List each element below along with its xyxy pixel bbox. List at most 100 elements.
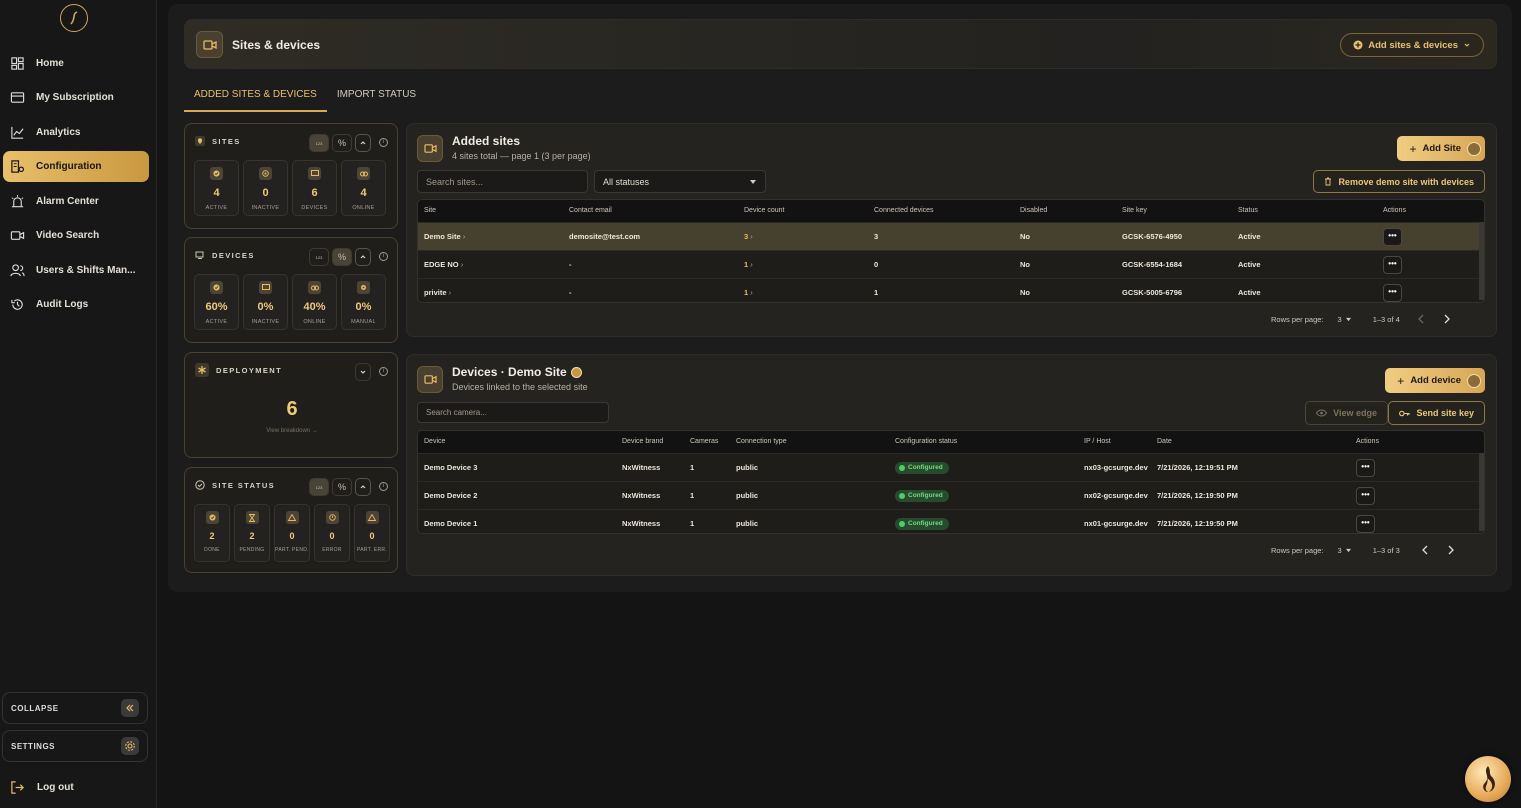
assistant-flame-button[interactable] [1465, 756, 1511, 802]
send-site-key-button[interactable]: Send site key [1388, 401, 1485, 425]
toggle-percent[interactable]: % [332, 248, 352, 266]
info-icon[interactable]: i [379, 367, 388, 376]
site-name[interactable]: EDGE NO › [424, 251, 463, 279]
sidebar-item-audit-logs[interactable]: Audit Logs [3, 289, 149, 320]
sidebar-item-home[interactable]: Home [3, 48, 149, 79]
disabled-value: No [1020, 232, 1030, 241]
stat-value: 0 [289, 531, 295, 541]
more-actions-button[interactable]: ••• [1383, 228, 1402, 246]
table-row[interactable]: Demo Device 3 NxWitness 1 public Configu… [418, 453, 1484, 481]
devices-pagination: Rows per page: 3 1–3 of 3 [1271, 545, 1455, 555]
sidebar-item-alarm-center[interactable]: Alarm Center [3, 186, 149, 217]
logout-button[interactable]: Log out [10, 780, 74, 795]
toggle-number[interactable]: 123 [309, 478, 329, 496]
more-actions-button[interactable]: ••• [1383, 256, 1402, 274]
gear-icon [121, 737, 139, 755]
table-row[interactable]: privite › - 1 › 1 No GCSK-5005-6796 Acti… [418, 278, 1484, 302]
info-icon[interactable]: i [379, 252, 388, 261]
sites-table-header: Site Contact email Device count Connecte… [418, 200, 1484, 222]
view-breakdown-link[interactable]: View breakdown → [185, 428, 399, 434]
connected-devices: 3 [874, 232, 879, 241]
logout-icon [11, 781, 24, 794]
table-row[interactable]: Demo Device 1 NxWitness 1 public Configu… [418, 509, 1484, 533]
add-site-button[interactable]: + Add Site [1397, 136, 1485, 161]
coin-icon [1467, 141, 1481, 156]
device-count-link[interactable]: 1 › [744, 251, 753, 279]
link-icon [308, 281, 321, 294]
add-device-button[interactable]: + Add device [1385, 368, 1485, 393]
info-icon[interactable]: i [379, 138, 388, 147]
col-actions: Actions [1383, 207, 1406, 214]
table-scrollbar[interactable] [1479, 222, 1484, 300]
view-edge-button[interactable]: View edge [1305, 401, 1388, 425]
logout-label: Log out [37, 782, 74, 793]
table-row[interactable]: Demo Site › demosite@test.com 3 › 3 No G… [418, 222, 1484, 250]
devices-tiles: 60% ACTIVE 0% INACTIVE 40% ONLINE 0% MANUAL [194, 274, 386, 330]
toggle-percent[interactable]: % [332, 134, 352, 152]
chevron-up-icon[interactable] [355, 134, 371, 152]
main-content: Sites & devices Add sites & devices ADDE… [168, 4, 1512, 592]
add-sites-label: Add sites & devices [1368, 39, 1458, 51]
rows-per-page-select[interactable]: 3 [1338, 546, 1342, 555]
sidebar-item-analytics[interactable]: Analytics [3, 117, 149, 148]
search-camera-input[interactable]: Search camera... [417, 402, 609, 423]
chevron-right-icon[interactable] [1443, 314, 1451, 324]
chevron-up-icon[interactable] [355, 248, 371, 266]
more-actions-button[interactable]: ••• [1356, 487, 1375, 505]
settings-button[interactable]: SETTINGS [2, 730, 148, 762]
app-logo[interactable] [60, 4, 88, 32]
add-site-label: Add Site [1422, 143, 1461, 154]
device-count-link[interactable]: 1 › [744, 279, 753, 302]
collapse-button[interactable]: COLLAPSE [2, 692, 148, 724]
stat-value: 4 [213, 187, 220, 199]
device-count-link[interactable]: 3 › [744, 223, 753, 251]
sites-card-header: SITES [195, 136, 241, 146]
device-brand: NxWitness [622, 519, 661, 528]
chevron-right-icon[interactable] [1447, 545, 1455, 555]
contact-email: demosite@test.com [569, 232, 641, 241]
tab-added-sites[interactable]: ADDED SITES & DEVICES [184, 88, 327, 112]
sidebar-nav: Home My Subscription Analytics Configura… [0, 44, 157, 324]
table-row[interactable]: Demo Device 2 NxWitness 1 public Configu… [418, 481, 1484, 509]
device-name: Demo Device 2 [424, 491, 478, 500]
add-sites-devices-button[interactable]: Add sites & devices [1340, 33, 1484, 57]
col-device-count: Device count [744, 207, 785, 214]
table-row[interactable]: EDGE NO › - 1 › 0 No GCSK-6554-1684 Acti… [418, 250, 1484, 278]
chevron-down-icon [1464, 43, 1470, 47]
toggle-number[interactable]: 123 [309, 134, 329, 152]
site-name[interactable]: privite › [424, 279, 451, 302]
status-filter-select[interactable]: All statuses [594, 170, 766, 193]
table-scrollbar[interactable] [1479, 453, 1484, 531]
add-device-label: Add device [1410, 375, 1461, 386]
more-actions-button[interactable]: ••• [1356, 515, 1375, 533]
chevron-down-icon[interactable] [355, 363, 371, 381]
toggle-percent[interactable]: % [332, 478, 352, 496]
check-dot-icon [899, 521, 905, 527]
history-icon [11, 299, 23, 310]
site-name[interactable]: Demo Site › [424, 223, 465, 251]
sidebar-item-video-search[interactable]: Video Search [3, 220, 149, 251]
search-sites-input[interactable]: Search sites... [417, 170, 588, 193]
check-icon [205, 511, 219, 524]
sidebar-item-label: Video Search [36, 230, 100, 241]
more-actions-button[interactable]: ••• [1356, 459, 1375, 477]
toggle-number[interactable]: 123 [309, 248, 329, 266]
connected-devices: 1 [874, 288, 879, 297]
remove-demo-site-button[interactable]: Remove demo site with devices [1313, 170, 1485, 193]
sidebar-item-users[interactable]: Users & Shifts Man... [3, 255, 149, 286]
chevron-up-icon[interactable] [355, 478, 371, 496]
card-icon [10, 92, 25, 103]
info-icon[interactable]: i [379, 482, 388, 491]
rows-per-page-select[interactable]: 3 [1338, 315, 1342, 324]
more-actions-button[interactable]: ••• [1383, 284, 1402, 302]
trash-icon [1325, 177, 1332, 186]
stat-label: PART. PEND. [275, 547, 309, 553]
disabled-value: No [1020, 260, 1030, 269]
camera-icon [417, 366, 443, 393]
site-status-card: SITE STATUS 123 % i 2 DONE 2 PENDING 0 PART… [184, 467, 398, 573]
sidebar-item-configuration[interactable]: Configuration [3, 151, 149, 182]
chevron-left-icon[interactable] [1417, 314, 1425, 324]
tab-import-status[interactable]: IMPORT STATUS [327, 88, 426, 112]
sidebar-item-subscription[interactable]: My Subscription [3, 82, 149, 113]
chevron-left-icon[interactable] [1421, 545, 1429, 555]
